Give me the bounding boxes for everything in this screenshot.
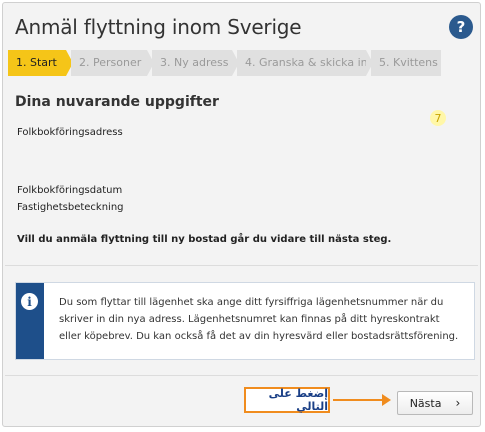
info-text: Du som flyttar till lägenhet ska ange di… [59,297,459,342]
page-title: Anmäl flyttning inom Sverige [15,15,302,39]
field-fastighetsbeteckning: Fastighetsbeteckning [17,202,124,213]
footer-divider [5,375,478,376]
info-box: i Du som flyttar till lägenhet ska ange … [15,282,475,360]
dialog-frame: Anmäl flyttning inom Sverige ? 1. Start … [2,2,481,427]
field-folkbokforingsdatum: Folkbokföringsdatum [17,185,123,196]
arrow-icon [333,394,391,406]
next-button[interactable]: Nästa › [397,391,473,415]
step-kvittens: 5. Kvittens [371,50,441,76]
field-folkbokforingsadress: Folkbokföringsadress [17,127,123,138]
current-details-section: Dina nuvarande uppgifter 7 Folkbokföring… [5,83,478,266]
next-button-label: Nästa [409,396,442,410]
number-badge: 7 [430,110,446,126]
question-icon[interactable]: ? [449,15,473,39]
info-icon: i [21,293,38,310]
step-start: 1. Start [8,50,73,76]
chevron-right-icon: › [455,396,461,410]
step-granska: 4. Granska & skicka in [237,50,373,76]
annotation-label: إضغط على التالي [244,387,330,413]
step-personer: 2. Personer [71,50,154,76]
info-bar: i [16,283,44,359]
instruction-text: Vill du anmäla flyttning till ny bostad … [17,234,392,245]
section-title: Dina nuvarande uppgifter [15,94,219,110]
step-ny-adress: 3. Ny adress [152,50,239,76]
